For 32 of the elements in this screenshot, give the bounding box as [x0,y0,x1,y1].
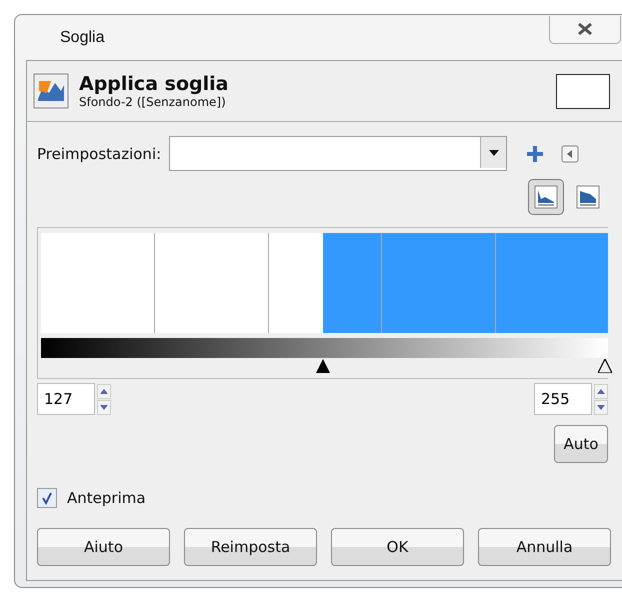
check-icon [40,491,54,505]
linear-histogram-button[interactable] [528,179,564,215]
menu-icon[interactable] [561,144,580,162]
decrement-button[interactable] [97,400,111,414]
dialog-heading: Applica soglia [79,73,230,95]
presets-label: Preimpostazioni: [37,144,162,162]
low-threshold-field[interactable]: 127 [37,383,95,415]
add-icon[interactable] [525,144,546,164]
close-icon [576,22,594,36]
dialog-button[interactable]: Reimposta [184,528,317,566]
decrement-button[interactable] [594,400,608,414]
down-arrow-icon [597,404,605,410]
down-arrow-icon [100,404,108,410]
up-arrow-icon [597,388,605,394]
preview-label: Anteprima [67,489,146,507]
preview-swatch [556,74,610,108]
high-threshold-field[interactable]: 255 [534,383,592,415]
layer-name: Sfondo-2 ([Senzanome]) [79,95,227,109]
window-title: Soglia [60,28,104,46]
up-arrow-icon [100,388,108,394]
caret-icon [488,150,499,156]
dialog-button[interactable]: Aiuto [37,528,170,566]
close-button[interactable] [549,16,621,44]
auto-button[interactable]: Auto [554,425,608,463]
dropdown-button[interactable] [480,137,506,168]
preview-checkbox[interactable] [37,488,57,508]
increment-button[interactable] [97,384,111,398]
threshold-icon [33,73,69,109]
high-threshold-handle[interactable] [598,359,612,373]
increment-button[interactable] [594,384,608,398]
dialog-button[interactable]: Annulla [478,528,611,566]
dialog-button[interactable]: OK [331,528,464,566]
